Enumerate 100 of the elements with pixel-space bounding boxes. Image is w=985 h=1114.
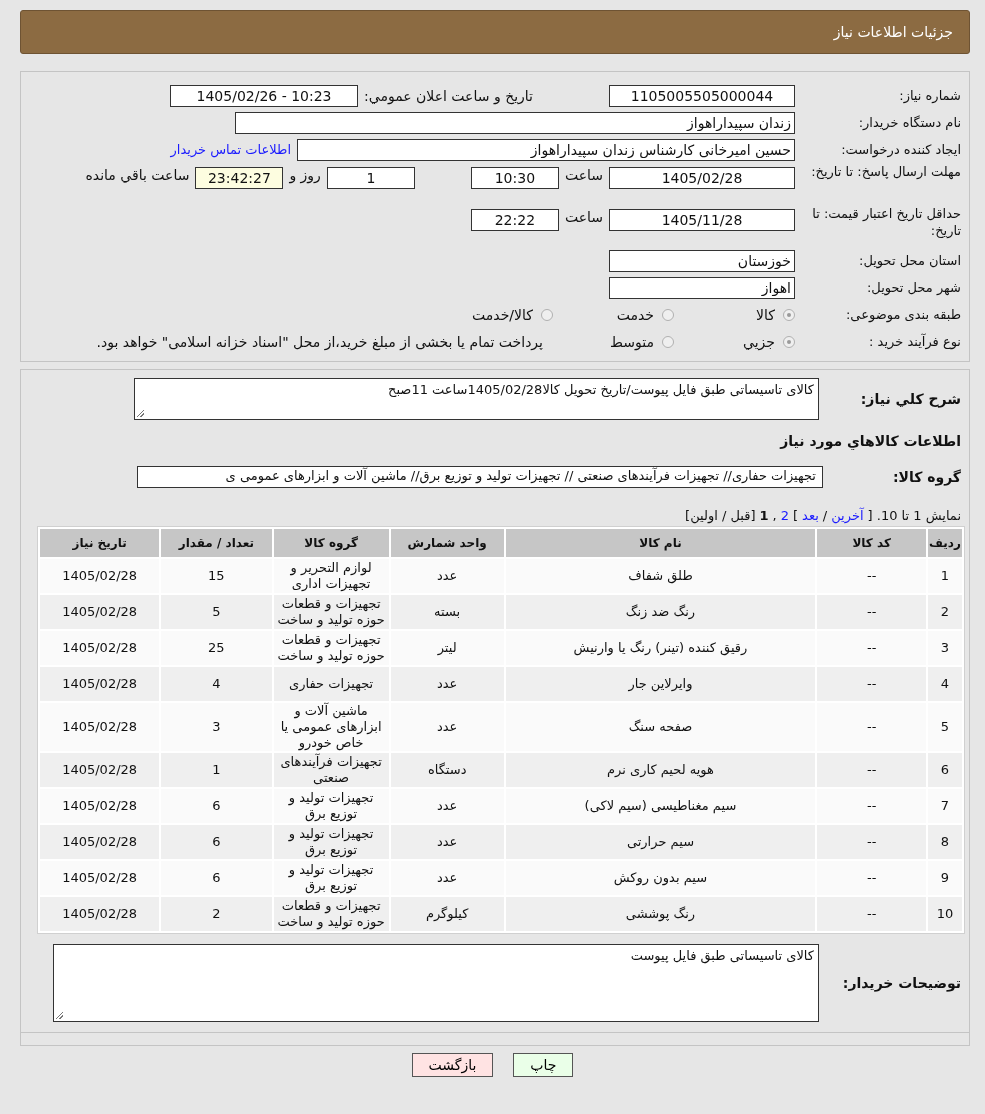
pagination-text: , — [772, 508, 777, 523]
page-link[interactable]: 2 — [780, 508, 790, 523]
days-field[interactable]: 1 — [326, 167, 415, 189]
province-field[interactable]: خوزستان — [609, 249, 795, 272]
table-cell: عدد — [390, 667, 504, 701]
radio-button[interactable] — [783, 308, 795, 321]
time-label: ساعت — [564, 209, 603, 225]
table-cell: 8 — [928, 825, 962, 859]
validity-time-field[interactable]: 22:22 — [470, 209, 559, 231]
radio-label: متوسط — [610, 333, 654, 350]
table-cell: بسته — [390, 595, 504, 629]
table-cell: 5 — [928, 703, 962, 751]
field-label: توضيحات خريدار: — [841, 975, 962, 991]
table-cell: -- — [817, 667, 926, 701]
table-cell: تجهیزات و قطعات حوزه تولید و ساخت — [273, 897, 389, 931]
field-label: حداقل تاریخ اعتبار قيمت: تا تاریخ: — [811, 205, 962, 239]
column-header: کد کالا — [817, 529, 926, 557]
page-link[interactable]: بعد — [802, 508, 819, 523]
column-header: واحد شمارش — [390, 529, 504, 557]
table-cell: عدد — [390, 703, 504, 751]
column-header: گروه کالا — [273, 529, 389, 557]
radio-label: کالا/خدمت — [472, 306, 533, 323]
buyer-org-field[interactable]: زندان سپیداراهواز — [235, 111, 795, 134]
table-cell: 6 — [161, 789, 272, 823]
column-header: تاریخ نیاز — [40, 529, 160, 557]
field-label: مهلت ارسال پاسخ: تا تاریخ: — [810, 163, 962, 180]
contact-link[interactable]: اطلاعات تماس خريدار — [170, 142, 291, 157]
table-cell: 1 — [928, 559, 962, 593]
deadline-time-field[interactable]: 10:30 — [470, 167, 559, 189]
pagination-text: / — [822, 508, 828, 523]
field-label: ايجاد کننده درخواست: — [840, 141, 962, 158]
column-header: ردیف — [928, 529, 962, 557]
table-cell: 2 — [161, 897, 272, 931]
field-label: استان محل تحويل: — [858, 252, 962, 269]
table-cell: 1405/02/28 — [40, 789, 160, 823]
creator-field[interactable]: حسین امیرخانی کارشناس زندان سپیداراهواز — [297, 138, 795, 161]
need-number-field[interactable]: 1105005505000044 — [609, 84, 795, 107]
table-cell: -- — [817, 861, 926, 895]
table-cell: هویه لحیم کاری نرم — [505, 753, 816, 787]
table-cell: وایرلاین جار — [505, 667, 816, 701]
table-cell: 25 — [161, 631, 272, 665]
radio-label: کالا — [756, 306, 775, 323]
field-label: شماره نیاز: — [898, 87, 962, 104]
table-cell: 1405/02/28 — [40, 897, 160, 931]
page-link[interactable]: آخرین — [831, 508, 864, 523]
column-header: تعداد / مقدار — [161, 529, 272, 557]
announce-date-field[interactable]: 1405/02/26 - 10:23 — [170, 84, 359, 107]
section-heading: اطلاعات کالاهاي مورد نياز — [780, 433, 962, 449]
table-cell: تجهیزات تولید و توزیع برق — [273, 861, 389, 895]
resize-grip-icon — [56, 1012, 63, 1019]
field-label: گروه کالا: — [891, 469, 962, 485]
table-cell: 1405/02/28 — [40, 753, 160, 787]
table-cell: 15 — [161, 559, 272, 593]
table-cell: 6 — [161, 861, 272, 895]
table-cell: 4 — [928, 667, 962, 701]
days-label: روز و — [289, 167, 321, 183]
table-cell: سیم بدون روکش — [505, 861, 816, 895]
back-button[interactable]: بازگشت — [411, 1053, 494, 1077]
goods-group-field[interactable]: تجهیزات حفاری// تجهیزات فرآیندهای صنعتی // تجهیزات تولید و توزیع برق// ماشین آلات و ابزارهای عمومی ی — [137, 466, 823, 488]
table-cell: 1405/02/28 — [40, 559, 160, 593]
table-cell: 1 — [161, 753, 272, 787]
table-cell: صفحه سنگ — [505, 703, 816, 751]
table-cell: 6 — [928, 753, 962, 787]
table-cell: عدد — [390, 559, 504, 593]
table-cell: -- — [817, 703, 926, 751]
table-cell: 5 — [161, 595, 272, 629]
column-header: نام کالا — [505, 529, 816, 557]
city-field[interactable]: اهواز — [609, 276, 795, 299]
resize-grip-icon — [137, 410, 144, 417]
table-cell: 1405/02/28 — [40, 595, 160, 629]
table-cell: 2 — [928, 595, 962, 629]
print-button[interactable]: چاپ — [513, 1053, 574, 1077]
table-cell: 1405/02/28 — [40, 861, 160, 895]
description-textarea[interactable]: کالای تاسیساتی طبق فایل پیوست/تاریخ تحویل کالا1405/02/28ساعت 11صبح — [134, 378, 819, 420]
table-cell: سیم حرارتی — [505, 825, 816, 859]
radio-button[interactable] — [662, 308, 674, 321]
remaining-time-field[interactable]: 23:42:27 — [195, 167, 284, 189]
table-cell: کیلوگرم — [390, 897, 504, 931]
radio-button[interactable] — [541, 308, 553, 321]
table-cell: عدد — [390, 825, 504, 859]
table-cell: -- — [817, 897, 926, 931]
radio-label: جزيي — [743, 333, 775, 350]
buyer-notes-textarea[interactable]: کالای تاسیساتی طبق فایل پیوست — [53, 944, 819, 1022]
table-cell: طلق شفاف — [505, 559, 816, 593]
table-cell: عدد — [390, 789, 504, 823]
radio-label: خدمت — [616, 306, 654, 323]
radio-button[interactable] — [783, 335, 795, 348]
table-cell: 1405/02/28 — [40, 667, 160, 701]
table-cell: سیم مغناطیسی (سیم لاکی) — [505, 789, 816, 823]
table-cell: تجهیزات فرآیندهای صنعتی — [273, 753, 389, 787]
table-cell: -- — [817, 559, 926, 593]
remaining-label: ساعت باقي مانده — [85, 167, 190, 183]
validity-date-field[interactable]: 1405/11/28 — [609, 209, 795, 231]
deadline-date-field[interactable]: 1405/02/28 — [609, 167, 795, 189]
table-cell: عدد — [390, 861, 504, 895]
radio-button[interactable] — [662, 335, 674, 348]
table-cell: 3 — [161, 703, 272, 751]
table-cell: رنگ ضد زنگ — [505, 595, 816, 629]
table-cell: دستگاه — [390, 753, 504, 787]
time-label: ساعت — [564, 167, 603, 183]
